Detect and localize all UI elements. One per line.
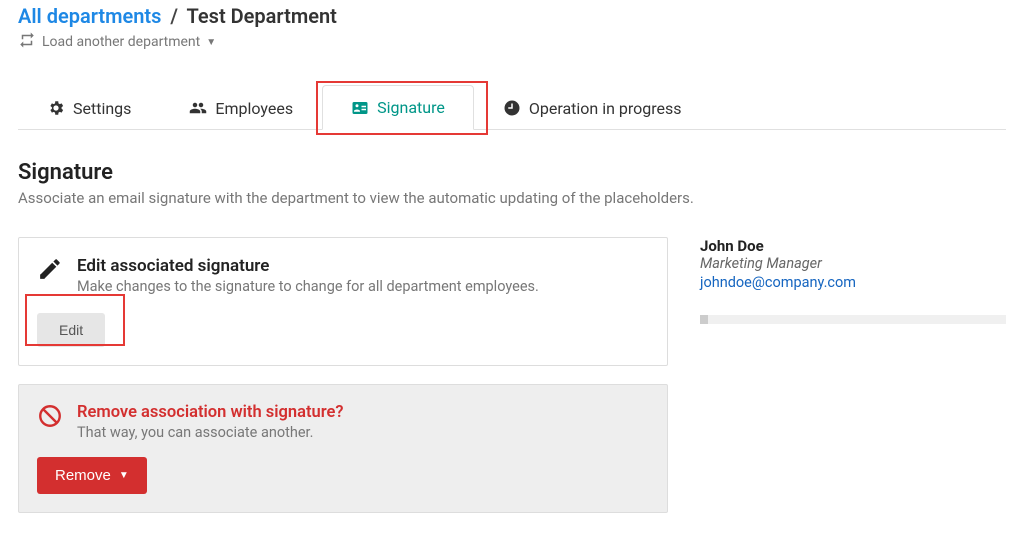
breadcrumb-current: Test Department bbox=[187, 4, 337, 28]
load-another-department[interactable]: Load another department ▼ bbox=[18, 28, 1006, 63]
ban-icon bbox=[37, 403, 63, 433]
remove-button-label: Remove bbox=[55, 467, 111, 484]
remove-association-card: Remove association with signature? That … bbox=[18, 384, 668, 513]
tab-signature-label: Signature bbox=[377, 98, 445, 117]
load-another-label: Load another department bbox=[42, 34, 200, 50]
breadcrumb-separator: / bbox=[170, 4, 178, 28]
edit-button[interactable]: Edit bbox=[37, 313, 105, 347]
section-title: Signature bbox=[18, 160, 1006, 185]
signature-preview: John Doe Marketing Manager johndoe@compa… bbox=[700, 237, 1006, 324]
clock-icon bbox=[503, 99, 521, 117]
tab-employees-label: Employees bbox=[215, 99, 293, 118]
breadcrumb: All departments / Test Department bbox=[18, 0, 1006, 28]
section-subtitle: Associate an email signature with the de… bbox=[18, 189, 1006, 207]
tab-operation[interactable]: Operation in progress bbox=[474, 85, 711, 130]
tabs: Settings Employees Signature Operation i… bbox=[18, 85, 1006, 130]
caret-down-icon: ▼ bbox=[119, 470, 129, 481]
edit-signature-card: Edit associated signature Make changes t… bbox=[18, 237, 668, 366]
preview-email[interactable]: johndoe@company.com bbox=[700, 274, 856, 291]
preview-name: John Doe bbox=[700, 237, 1006, 255]
caret-down-icon: ▼ bbox=[206, 37, 216, 48]
remove-card-desc: That way, you can associate another. bbox=[77, 424, 344, 441]
edit-card-title: Edit associated signature bbox=[77, 256, 539, 276]
preview-title: Marketing Manager bbox=[700, 255, 1006, 272]
tab-settings-label: Settings bbox=[73, 99, 131, 118]
tab-settings[interactable]: Settings bbox=[18, 85, 160, 130]
edit-card-desc: Make changes to the signature to change … bbox=[77, 278, 539, 295]
users-icon bbox=[189, 99, 207, 117]
retweet-icon bbox=[18, 31, 36, 53]
remove-button[interactable]: Remove ▼ bbox=[37, 457, 147, 494]
gear-icon bbox=[47, 99, 65, 117]
remove-card-title: Remove association with signature? bbox=[77, 403, 344, 422]
tab-employees[interactable]: Employees bbox=[160, 85, 322, 130]
breadcrumb-root-link[interactable]: All departments bbox=[18, 4, 161, 28]
tab-signature[interactable]: Signature bbox=[322, 85, 474, 130]
preview-scrollbar[interactable] bbox=[700, 315, 1006, 324]
id-card-icon bbox=[351, 99, 369, 117]
tab-operation-label: Operation in progress bbox=[529, 99, 682, 118]
edit-icon bbox=[37, 256, 63, 286]
